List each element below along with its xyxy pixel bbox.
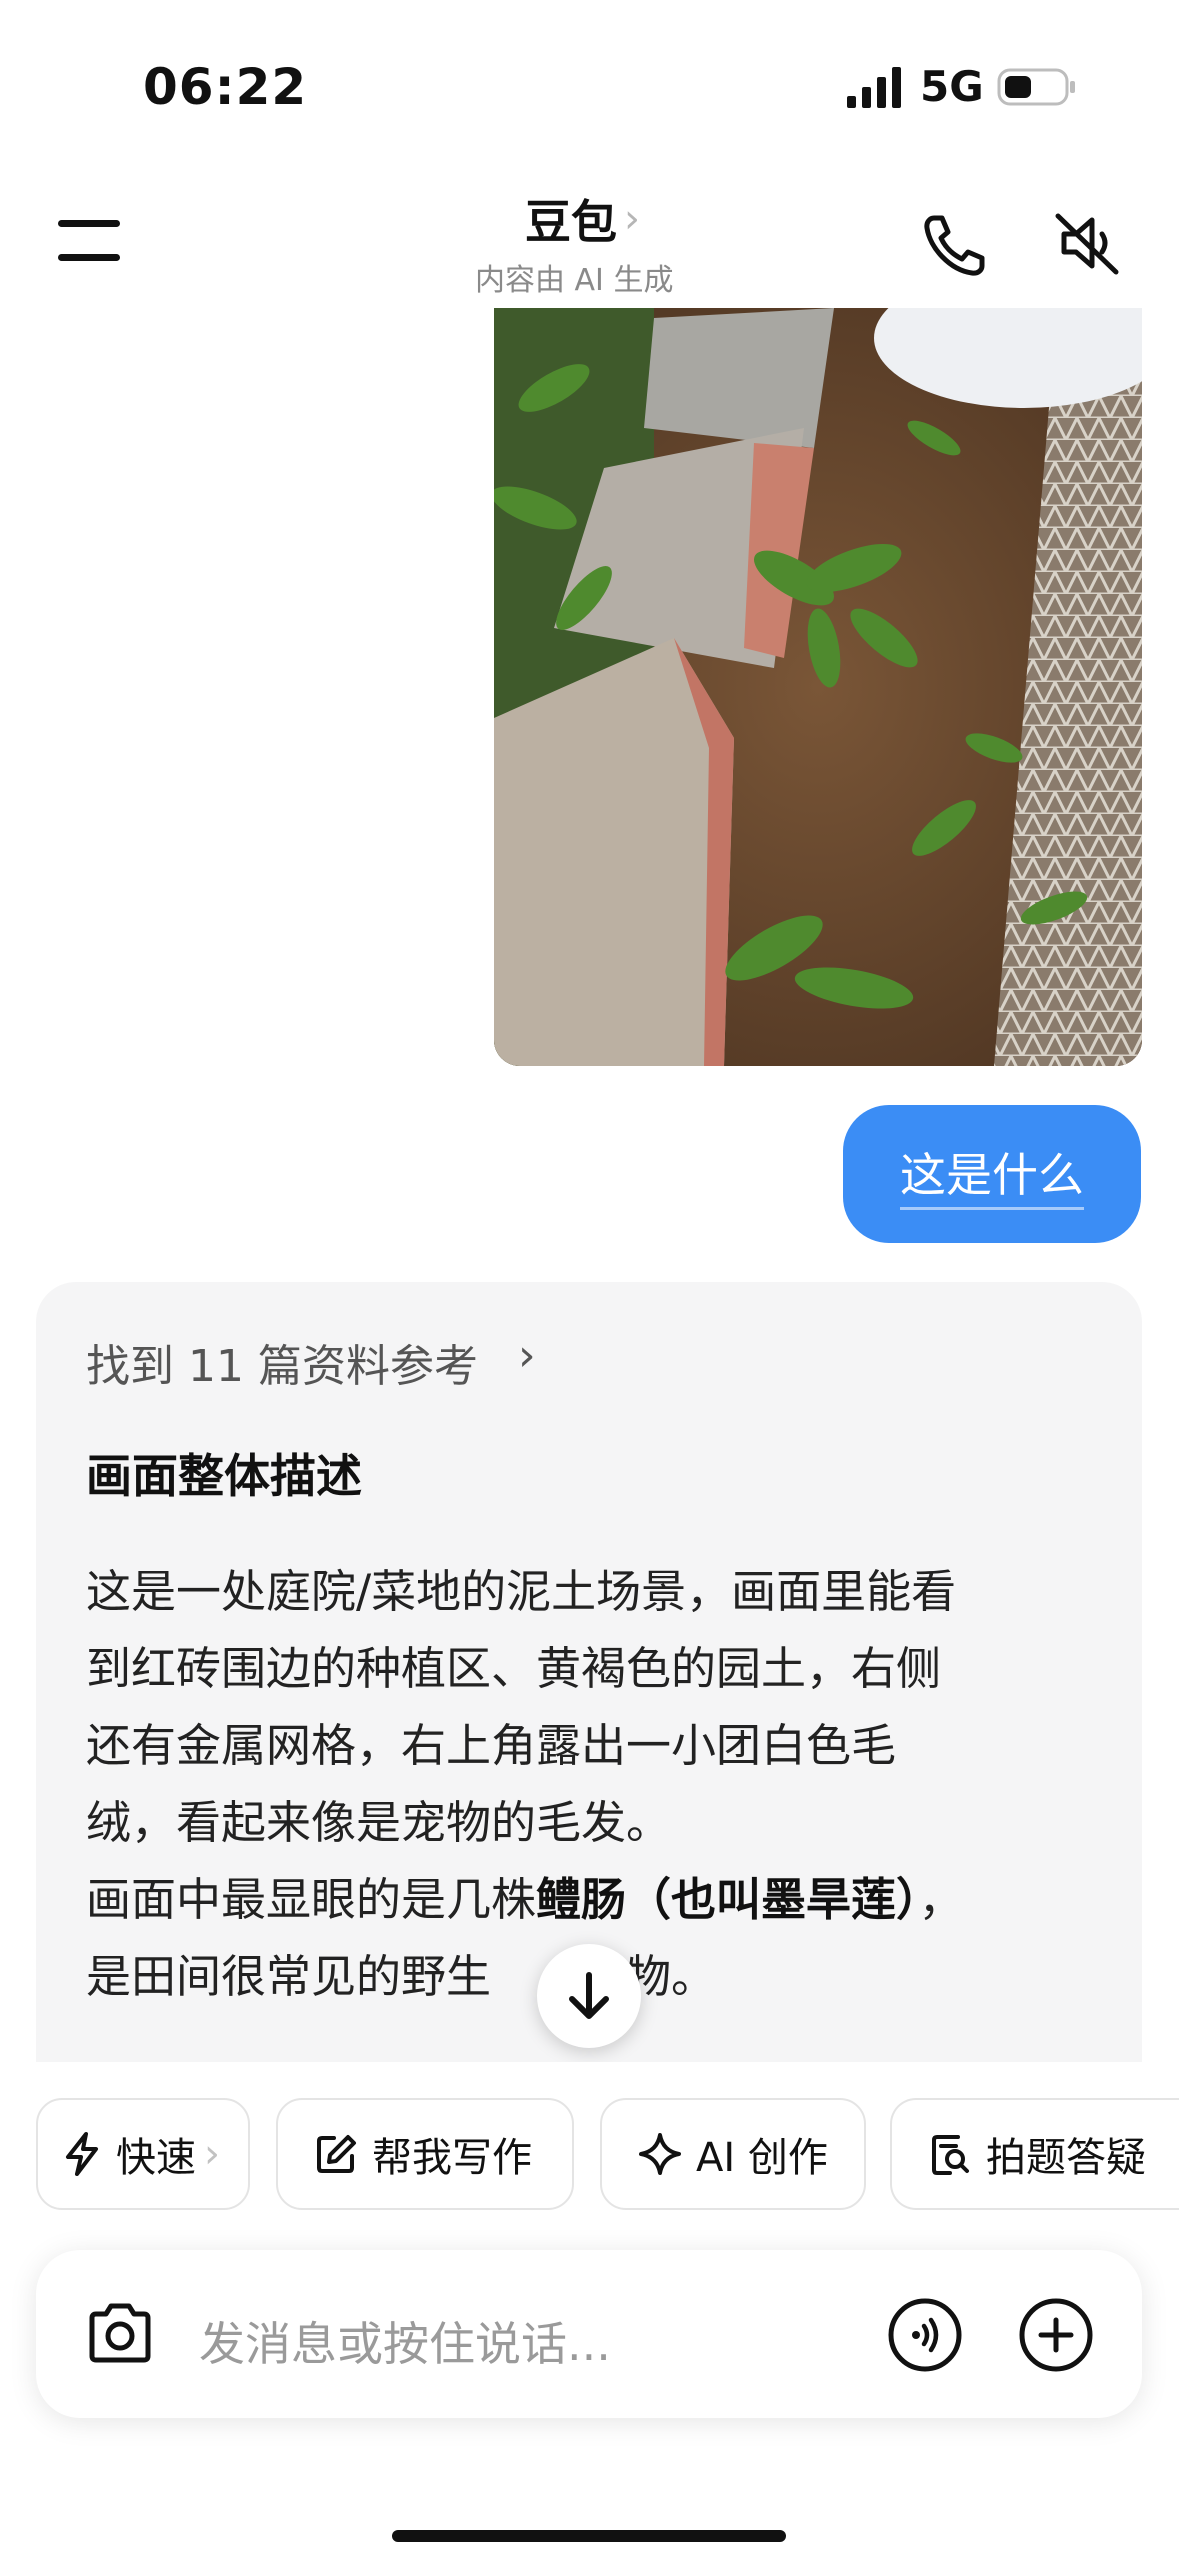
response-text: 是田间很常见的野生 — [86, 1950, 492, 2003]
arrow-down-icon — [569, 1972, 609, 2019]
references-link[interactable]: 找到 11 篇资料参考 — [86, 1330, 478, 1394]
response-paragraph-line: 还有金属网格，右上角露出一小团白色毛 — [86, 1719, 897, 1772]
chevron-right-icon: › — [624, 196, 640, 242]
chip-label: 拍题答疑 — [986, 2135, 1146, 2181]
lightning-icon — [66, 2132, 98, 2176]
sparkle-icon — [639, 2133, 681, 2175]
ai-disclaimer: 内容由 AI 生成 — [475, 263, 674, 298]
phone-icon[interactable] — [920, 210, 990, 280]
response-paragraph-line: 绒，看起来像是宠物的毛发。 — [86, 1796, 672, 1849]
user-message-text: 这是什么 — [900, 1139, 1084, 1210]
battery-icon — [997, 68, 1075, 106]
message-input-placeholder[interactable]: 发消息或按住说话... — [199, 2308, 611, 2374]
menu-button[interactable] — [58, 220, 128, 264]
voice-icon[interactable] — [886, 2296, 964, 2374]
signal-icon — [847, 67, 901, 108]
edit-icon — [317, 2135, 356, 2173]
status-time: 06:22 — [143, 58, 308, 116]
scroll-to-bottom-button[interactable] — [537, 1944, 641, 2048]
chip-label: 快速 — [116, 2135, 196, 2181]
home-indicator — [392, 2530, 786, 2542]
photo-question-chip[interactable]: 拍题答疑 — [890, 2098, 1179, 2210]
quick-mode-chip[interactable]: 快速 › — [36, 2098, 250, 2210]
user-photo[interactable] — [494, 308, 1142, 1066]
response-heading: 画面整体描述 — [86, 1449, 362, 1503]
chevron-right-icon: › — [518, 1330, 536, 1381]
chat-title[interactable]: 豆包 — [525, 186, 617, 252]
camera-icon[interactable] — [82, 2296, 158, 2372]
ai-create-chip[interactable]: AI 创作 — [600, 2098, 866, 2210]
response-paragraph-line: 这是一处庭院/菜地的泥土场景，画面里能看 — [86, 1565, 957, 1618]
network-type: 5G — [920, 62, 984, 111]
speaker-mute-icon[interactable] — [1050, 208, 1126, 278]
response-text: 画面中最显眼的是几株 — [86, 1873, 537, 1926]
search-doc-icon — [932, 2135, 969, 2175]
chip-label: AI 创作 — [696, 2135, 828, 2181]
response-text: ， — [918, 1873, 964, 1926]
add-icon[interactable] — [1017, 2296, 1095, 2374]
plant-name-bold: 鳢肠（也叫墨旱莲） — [536, 1873, 919, 1926]
response-paragraph-line: 画面中最显眼的是几株鳢肠（也叫墨旱莲）， — [86, 1861, 1086, 1938]
chip-label: 帮我写作 — [372, 2135, 532, 2181]
write-chip[interactable]: 帮我写作 — [276, 2098, 574, 2210]
user-message-bubble[interactable]: 这是什么 — [843, 1105, 1141, 1243]
chevron-right-icon: › — [204, 2131, 220, 2177]
response-paragraph-line: 到红砖围边的种植区、黄褐色的园土，右侧 — [86, 1642, 942, 1695]
